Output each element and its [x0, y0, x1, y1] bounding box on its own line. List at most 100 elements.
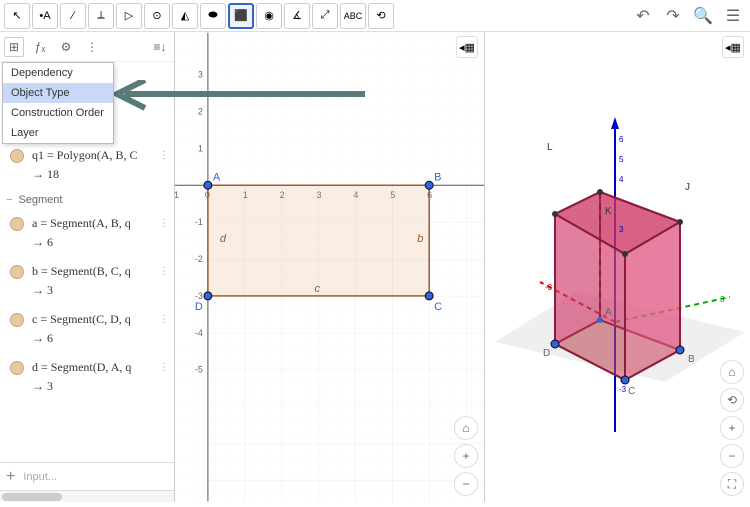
tool-text[interactable]: ABC [340, 3, 366, 29]
dropdown-item-dependency[interactable]: Dependency [3, 63, 113, 83]
tool-angle[interactable]: ∡ [284, 3, 310, 29]
main-toolbar: ↖ •A ∕ ⟂ ▷ ⊙ ◭ ⬬ ⬛ ◉ ∡ ⤢ ABC ⟲ ↶ ↷ 🔍 ☰ [0, 0, 750, 32]
alg-result: 6 [0, 329, 174, 354]
alg-def: b = Segment(B, C, q [32, 264, 151, 279]
tool-transform[interactable]: ⤢ [312, 3, 338, 29]
visibility-dot[interactable] [10, 361, 24, 375]
svg-text:-1: -1 [175, 190, 179, 200]
add-icon[interactable]: + [6, 468, 15, 486]
svg-text:2: 2 [198, 106, 203, 116]
svg-text:3: 3 [619, 225, 624, 234]
svg-text:c: c [315, 283, 321, 295]
view3d-menu-icon[interactable]: ◂▦ [722, 36, 744, 58]
group-segment[interactable]: Segment [0, 190, 174, 210]
svg-text:B: B [688, 354, 695, 365]
fullscreen-button[interactable]: ⛶ [720, 472, 744, 496]
sort-button[interactable]: ≡↓ [150, 37, 170, 57]
alg-def: q1 = Polygon(A, B, C [32, 148, 151, 163]
toggle-aux-button[interactable]: ⊞ [4, 37, 24, 57]
dropdown-item-construction-order[interactable]: Construction Order [3, 103, 113, 123]
tool-ellipse[interactable]: ⬬ [200, 3, 226, 29]
alg-result: 18 [0, 165, 174, 190]
input-bar: + Input... [0, 462, 174, 490]
svg-text:A: A [605, 307, 612, 318]
algebra-input[interactable]: Input... [23, 471, 168, 483]
item-menu-icon[interactable]: ⋮ [159, 218, 170, 229]
svg-text:-3: -3 [195, 291, 203, 301]
svg-text:4: 4 [619, 175, 624, 184]
svg-text:-3: -3 [545, 283, 553, 292]
alg-def: a = Segment(A, B, q [32, 216, 151, 231]
sort-dropdown: Dependency Object Type Construction Orde… [2, 62, 114, 144]
visibility-dot[interactable] [10, 149, 24, 163]
svg-text:6: 6 [619, 135, 624, 144]
tool-move-view[interactable]: ⟲ [368, 3, 394, 29]
item-menu-icon[interactable]: ⋮ [159, 266, 170, 277]
settings-icon[interactable]: ⚙ [56, 37, 76, 57]
svg-text:3: 3 [198, 70, 203, 80]
view-menu-icon[interactable]: ◂▦ [456, 36, 478, 58]
dropdown-item-layer[interactable]: Layer [3, 123, 113, 143]
tool-circle[interactable]: ⊙ [144, 3, 170, 29]
graphics-view-2d[interactable]: ◂▦ -1 0 1 2 3 4 5 [175, 32, 485, 502]
svg-text:D: D [543, 348, 550, 359]
alg-result: 3 [0, 281, 174, 306]
graphics-view-3d[interactable]: ◂▦ [485, 32, 750, 502]
svg-text:1: 1 [198, 143, 203, 153]
tool-cube[interactable]: ⬛ [228, 3, 254, 29]
more-icon[interactable]: ⋮ [82, 37, 102, 57]
horizontal-scrollbar[interactable] [0, 490, 174, 502]
home-button[interactable]: ⌂ [454, 416, 478, 440]
svg-text:L: L [547, 142, 553, 153]
rotate-3d-button[interactable]: ⟲ [720, 388, 744, 412]
alg-item-c[interactable]: c = Segment(C, D, q ⋮ [0, 306, 174, 329]
alg-item-a[interactable]: a = Segment(A, B, q ⋮ [0, 210, 174, 233]
sidebar-toolbar: ⊞ ƒₓ ⚙ ⋮ ≡↓ [0, 32, 174, 62]
tool-point[interactable]: •A [32, 3, 58, 29]
dropdown-item-object-type[interactable]: Object Type [3, 83, 113, 103]
svg-text:b: b [417, 233, 423, 245]
svg-text:-3: -3 [619, 385, 627, 394]
search-button[interactable]: 🔍 [690, 3, 716, 29]
svg-text:3: 3 [720, 295, 725, 304]
visibility-dot[interactable] [10, 217, 24, 231]
svg-text:A: A [213, 171, 221, 183]
alg-item-d[interactable]: d = Segment(D, A, q ⋮ [0, 354, 174, 377]
svg-text:B: B [434, 171, 441, 183]
svg-text:d: d [220, 233, 227, 245]
item-menu-icon[interactable]: ⋮ [159, 362, 170, 373]
svg-text:C: C [434, 301, 442, 313]
alg-item-b[interactable]: b = Segment(B, C, q ⋮ [0, 258, 174, 281]
redo-button[interactable]: ↷ [660, 3, 686, 29]
svg-text:K: K [605, 206, 612, 217]
svg-text:-5: -5 [195, 365, 203, 375]
alg-item-q1[interactable]: q1 = Polygon(A, B, C ⋮ [0, 142, 174, 165]
alg-result: 6 [0, 233, 174, 258]
visibility-dot[interactable] [10, 265, 24, 279]
home-3d-button[interactable]: ⌂ [720, 360, 744, 384]
svg-text:-4: -4 [195, 328, 203, 338]
alg-def: d = Segment(D, A, q [32, 360, 151, 375]
svg-text:J: J [685, 182, 690, 193]
svg-text:C: C [628, 386, 635, 397]
alg-result: 3 [0, 377, 174, 402]
tool-perp[interactable]: ⟂ [88, 3, 114, 29]
visibility-dot[interactable] [10, 313, 24, 327]
zoom-in-3d-button[interactable]: + [720, 416, 744, 440]
zoom-out-3d-button[interactable]: − [720, 444, 744, 468]
item-menu-icon[interactable]: ⋮ [159, 150, 170, 161]
item-menu-icon[interactable]: ⋮ [159, 314, 170, 325]
tool-sphere[interactable]: ◉ [256, 3, 282, 29]
undo-button[interactable]: ↶ [630, 3, 656, 29]
menu-button[interactable]: ☰ [720, 3, 746, 29]
fx-button[interactable]: ƒₓ [30, 37, 50, 57]
svg-text:5: 5 [619, 155, 624, 164]
tool-conic[interactable]: ◭ [172, 3, 198, 29]
zoom-in-button[interactable]: + [454, 444, 478, 468]
tool-move[interactable]: ↖ [4, 3, 30, 29]
tool-line[interactable]: ∕ [60, 3, 86, 29]
tool-polygon[interactable]: ▷ [116, 3, 142, 29]
zoom-out-button[interactable]: − [454, 472, 478, 496]
alg-def: c = Segment(C, D, q [32, 312, 151, 327]
svg-text:-2: -2 [195, 254, 203, 264]
